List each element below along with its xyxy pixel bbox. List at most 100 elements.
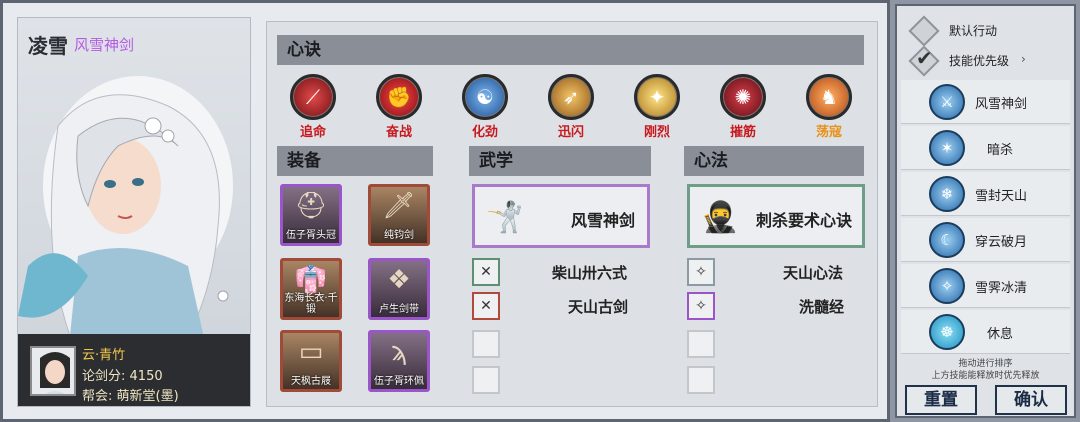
xinjue-skill-xunshan[interactable]: ➶ 迅闪: [543, 74, 599, 140]
swordsman-icon: 🤺: [486, 199, 524, 235]
skill-label: 荡寇: [815, 125, 842, 140]
xinfa-item-row[interactable]: ✧ 洗髓经: [687, 292, 865, 322]
empty-slot[interactable]: [472, 330, 500, 358]
default-action-option[interactable]: 默认行动: [908, 15, 1073, 47]
score-label: 论剑分:: [82, 369, 126, 384]
bone-icon: ✺: [720, 74, 766, 120]
priority-skill-item[interactable]: ⚔ 风雪神剑: [901, 80, 1070, 124]
equipment-header: 装备: [277, 146, 433, 176]
equipment-slot-accessory[interactable]: ϡ 伍子胥环佩: [368, 330, 430, 392]
sword-icon: 🗡: [382, 191, 416, 221]
ice-sword-icon: ✧: [929, 268, 965, 304]
character-name: 凌雪: [28, 34, 68, 58]
xinjue-skill-huajin[interactable]: ☯ 化劲: [457, 74, 513, 140]
equipment-slot-head[interactable]: ⛑ 伍子胥头冠: [280, 184, 342, 246]
claw-slash-icon: ⟋: [290, 74, 336, 120]
moon-slash-icon: ☾: [929, 222, 965, 258]
sword-skill-icon: ⚔: [929, 84, 965, 120]
equipment-slot-belt[interactable]: ❖ 卢生剑带: [368, 258, 430, 320]
skill-label: 刚烈: [643, 125, 670, 140]
character-title: 风雪神剑: [74, 36, 135, 54]
priority-skill-name: 休息: [987, 327, 1014, 342]
swirl-icon: ☯: [462, 74, 508, 120]
xinjue-skill-fenzhan[interactable]: ✊ 奋战: [371, 74, 427, 140]
confirm-button[interactable]: 确认: [995, 385, 1067, 415]
wuxue-main-name: 风雪神剑: [570, 211, 635, 230]
equipment-name: 伍子胥头冠: [286, 230, 336, 241]
wuxue-item-row[interactable]: ✕ 天山古剑: [472, 292, 650, 322]
priority-skill-name: 雪封天山: [975, 189, 1028, 204]
wuxue-item-name: 天山古剑: [568, 298, 629, 316]
priority-skill-item[interactable]: ❄ 雪封天山: [901, 172, 1070, 216]
guild-label: 帮会:: [82, 389, 113, 404]
equipment-slot-feet[interactable]: ▭ 天枫古屐: [280, 330, 342, 392]
diamond-radio-icon: [908, 15, 940, 47]
player-name: 云·青竹: [82, 348, 126, 363]
xinfa-header: 心法: [684, 146, 864, 176]
skill-priority-sidebar: 默认行动 ✔ 技能优先级 › ⚔ 风雪神剑 ✶ 暗杀 ❄ 雪封天山 ☾ 穿云破月…: [895, 4, 1076, 418]
skill-label: 摧筋: [729, 125, 756, 140]
mind-technique-icon: ✧: [687, 292, 715, 320]
fist-icon: ✊: [376, 74, 422, 120]
guild-line: 帮会: 萌新堂(墨): [82, 385, 179, 404]
score-line: 论剑分: 4150: [82, 365, 163, 384]
wuxue-header: 武学: [469, 146, 651, 176]
priority-skill-item[interactable]: ☸ 休息: [901, 310, 1070, 354]
loadout-panel: 心诀 ⟋ 追命 ✊ 奋战 ☯ 化劲 ➶ 迅闪 ✦ 刚烈 ✺ 摧筋 ♞ 荡寇 装备…: [266, 21, 878, 407]
priority-skill-item[interactable]: ✶ 暗杀: [901, 126, 1070, 170]
xinjue-skill-ganglie[interactable]: ✦ 刚烈: [629, 74, 685, 140]
character-panel: 凌雪 风雪神剑 云·青竹 论剑分: 4150 帮会: 萌新堂(墨): [17, 17, 251, 407]
xinfa-main-card[interactable]: 🥷 刺杀要术心诀: [687, 184, 865, 248]
hint-priority-release: 上方技能能释放时优先释放: [931, 371, 1040, 381]
mind-technique-icon: ✧: [687, 258, 715, 286]
wuxue-item-row[interactable]: ✕ 柴山卅六式: [472, 258, 650, 288]
robe-icon: 👘: [294, 265, 328, 295]
avatar: [30, 346, 76, 396]
equipment-name: 天枫古屐: [291, 376, 331, 387]
xinjue-skill-row: ⟋ 追命 ✊ 奋战 ☯ 化劲 ➶ 迅闪 ✦ 刚烈 ✺ 摧筋 ♞ 荡寇: [285, 74, 857, 140]
priority-skill-name: 穿云破月: [975, 235, 1028, 250]
strength-icon: ✦: [634, 74, 680, 120]
priority-skill-name: 风雪神剑: [975, 97, 1028, 112]
martial-art-icon: ✕: [472, 292, 500, 320]
priority-skill-name: 暗杀: [987, 143, 1014, 158]
priority-skill-item[interactable]: ☾ 穿云破月: [901, 218, 1070, 262]
equipment-name: 纯钧剑: [384, 230, 414, 241]
skill-label: 追命: [299, 125, 326, 140]
score-value: 4150: [129, 369, 163, 384]
xinjue-skill-cuijin[interactable]: ✺ 摧筋: [715, 74, 771, 140]
skill-label: 奋战: [385, 125, 412, 140]
priority-skill-item[interactable]: ✧ 雪霁冰清: [901, 264, 1070, 308]
belt-icon: ❖: [387, 265, 411, 295]
empty-slot[interactable]: [687, 366, 715, 394]
empty-slot[interactable]: [472, 366, 500, 394]
empty-slot[interactable]: [687, 330, 715, 358]
equipment-name: 东海长衣·千锻: [284, 293, 338, 315]
xinfa-item-name: 天山心法: [783, 264, 844, 282]
assassin-icon: 🥷: [701, 199, 739, 235]
equipment-name: 伍子胥环佩: [374, 376, 424, 387]
xinjue-header: 心诀: [277, 35, 864, 65]
reset-button[interactable]: 重置: [905, 385, 977, 415]
xinfa-main-name: 刺杀要术心诀: [755, 211, 852, 230]
dash-icon: ➶: [548, 74, 594, 120]
character-portrait: [18, 76, 233, 356]
xinfa-item-row[interactable]: ✧ 天山心法: [687, 258, 865, 288]
sandals-icon: ▭: [298, 337, 324, 367]
default-action-label: 默认行动: [949, 24, 998, 38]
snow-sword-icon: ❄: [929, 176, 965, 212]
xinjue-skill-dangkou[interactable]: ♞ 荡寇: [801, 74, 857, 140]
player-info-box: 云·青竹 论剑分: 4150 帮会: 萌新堂(墨): [18, 334, 250, 406]
equipment-slot-body[interactable]: 👘 东海长衣·千锻: [280, 258, 342, 320]
wuxue-main-card[interactable]: 🤺 风雪神剑: [472, 184, 650, 248]
xinjue-skill-zhuiming[interactable]: ⟋ 追命: [285, 74, 341, 140]
skill-priority-option[interactable]: ✔ 技能优先级 ›: [908, 45, 1073, 77]
horse-icon: ♞: [806, 74, 852, 120]
meditate-icon: ☸: [929, 314, 965, 350]
equipment-slot-weapon[interactable]: 🗡 纯钧剑: [368, 184, 430, 246]
skill-priority-label: 技能优先级: [949, 54, 1010, 68]
xinfa-item-name: 洗髓经: [799, 298, 845, 316]
priority-skill-name: 雪霁冰清: [975, 281, 1028, 296]
main-frame: 凌雪 风雪神剑 云·青竹 论剑分: 4150 帮会: 萌新堂(墨) 心诀 ⟋ 追…: [0, 0, 890, 422]
equipment-name: 卢生剑带: [379, 304, 419, 315]
